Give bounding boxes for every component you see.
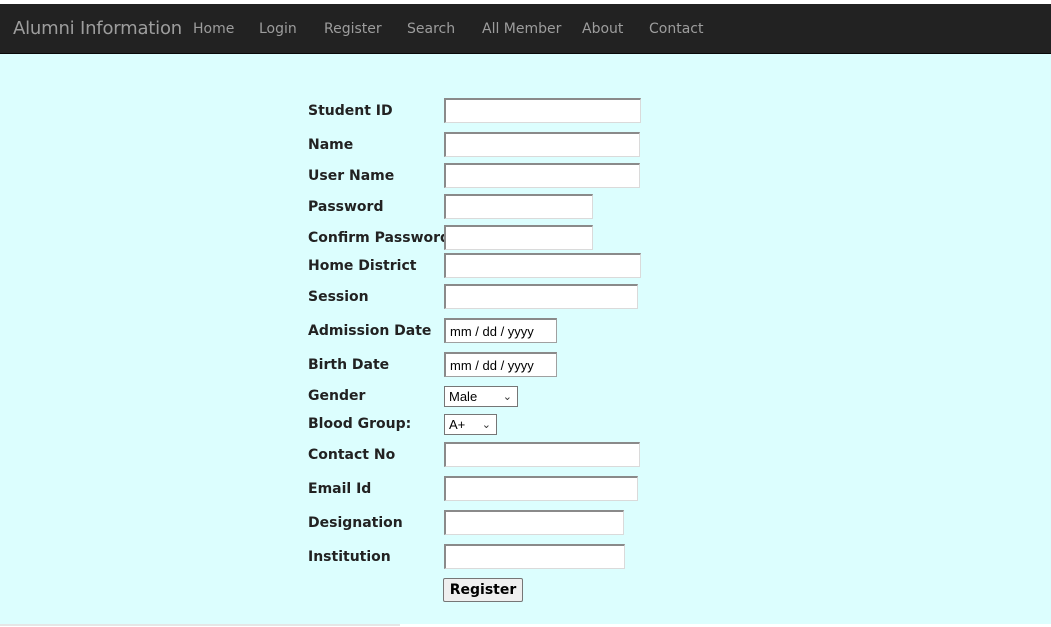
nav-home[interactable]: Home [193,21,234,37]
home-district-input[interactable] [444,253,641,278]
navbar: Alumni Information Home Login Register S… [0,4,1051,54]
admission-date-input[interactable]: mm / dd / yyyy [444,318,557,343]
contact-no-input[interactable] [444,442,640,467]
gender-select[interactable]: Male ⌄ [444,386,518,407]
label-session: Session [308,289,369,305]
label-institution: Institution [308,549,391,565]
gender-selected-value: Male [449,389,478,404]
label-gender: Gender [308,388,366,404]
label-admission-date: Admission Date [308,323,432,339]
nav-all-member[interactable]: All Member [482,21,561,37]
label-name: Name [308,137,354,153]
label-home-district: Home District [308,258,417,274]
email-id-input[interactable] [444,476,638,501]
label-student-id: Student ID [308,103,393,119]
label-birth-date: Birth Date [308,357,390,373]
password-input[interactable] [444,194,593,219]
nav-about[interactable]: About [582,21,623,37]
designation-input[interactable] [444,510,624,535]
chevron-down-icon: ⌄ [502,391,512,403]
label-blood-group: Blood Group: [308,416,412,432]
student-id-input[interactable] [444,98,641,123]
label-contact-no: Contact No [308,447,396,463]
nav-login[interactable]: Login [259,21,297,37]
label-confirm-password: Confirm Password [308,230,451,246]
session-input[interactable] [444,284,638,309]
label-designation: Designation [308,515,403,531]
label-password: Password [308,199,384,215]
user-name-input[interactable] [444,163,640,188]
nav-contact[interactable]: Contact [649,21,703,37]
label-email-id: Email Id [308,481,372,497]
bottom-divider [0,624,400,626]
nav-search[interactable]: Search [407,21,455,37]
brand-title[interactable]: Alumni Information [13,18,182,39]
blood-group-selected-value: A+ [449,417,466,432]
register-button[interactable]: Register [443,578,523,602]
confirm-password-input[interactable] [444,225,593,250]
birth-date-input[interactable]: mm / dd / yyyy [444,352,557,377]
name-input[interactable] [444,132,640,157]
blood-group-select[interactable]: A+ ⌄ [444,414,497,435]
label-user-name: User Name [308,168,395,184]
chevron-down-icon: ⌄ [481,419,491,431]
institution-input[interactable] [444,544,625,569]
nav-register[interactable]: Register [324,21,382,37]
